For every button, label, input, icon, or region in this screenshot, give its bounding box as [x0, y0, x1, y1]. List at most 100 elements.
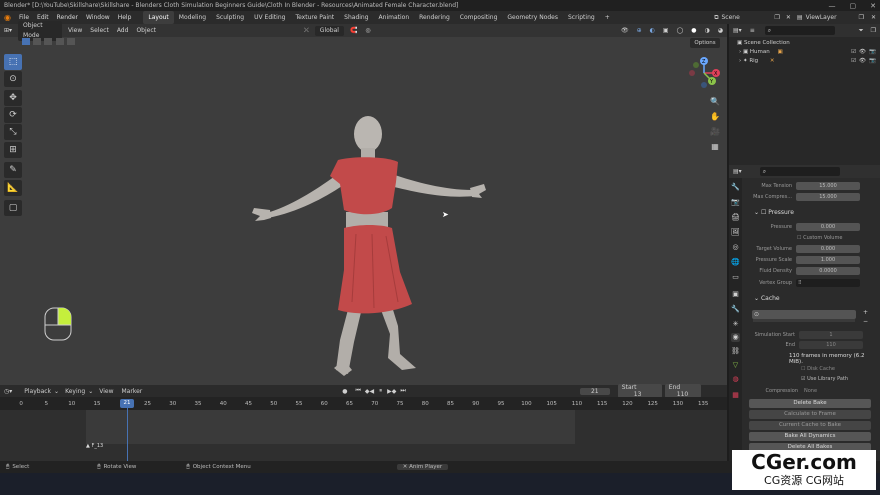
options-dropdown[interactable]: Options	[690, 38, 720, 48]
delete-scene-icon[interactable]: ✕	[783, 14, 794, 21]
compression-value[interactable]: None	[804, 388, 817, 394]
pressure-section-header[interactable]: ⌄ ☐ Pressure	[754, 209, 794, 216]
cache-expand-icon[interactable]: ⌄	[754, 295, 759, 302]
disk-cache-checkbox[interactable]: ☐ Disk Cache	[801, 366, 835, 372]
bake-all-dynamics-button[interactable]: Bake All Dynamics	[749, 432, 871, 441]
human-render-icon[interactable]: 📷	[869, 48, 876, 57]
outliner-display-icon[interactable]: ≡	[746, 27, 759, 34]
select-invert-icon[interactable]	[55, 38, 64, 45]
gizmo-icon[interactable]: ⊕	[633, 24, 646, 37]
select-subtract-icon[interactable]	[44, 38, 53, 45]
pressure-field[interactable]: 0.000	[796, 223, 860, 231]
pan-hand-icon[interactable]: ✋	[708, 110, 722, 124]
transform-orientation-icon[interactable]: ⤬	[300, 24, 313, 37]
snap-icon[interactable]: 🧲	[346, 24, 361, 37]
tab-tool-icon[interactable]: 🔧	[731, 183, 740, 192]
max-tension-field[interactable]: 15.000	[796, 182, 860, 190]
human-checkbox-icon[interactable]: ☑	[851, 48, 856, 57]
tool-transform-icon[interactable]: ⊞	[4, 142, 22, 158]
playhead[interactable]: 21	[120, 399, 134, 408]
pause-icon[interactable]: ⏸	[376, 387, 385, 395]
menu-select[interactable]: Select	[86, 24, 113, 37]
tab-object-icon[interactable]: ▣	[731, 290, 740, 299]
properties-search-input[interactable]: ⌕	[759, 167, 840, 176]
tab-texture-icon[interactable]: ▦	[731, 391, 740, 400]
cache-add-icon[interactable]: +	[863, 309, 868, 316]
tab-uv-editing[interactable]: UV Editing	[249, 11, 290, 24]
shading-wireframe-icon[interactable]: ◯	[673, 24, 688, 37]
tab-collection-icon[interactable]: ▭	[731, 273, 740, 282]
tab-scripting[interactable]: Scripting	[563, 11, 600, 24]
tool-add-cube-icon[interactable]: ▢	[4, 200, 22, 216]
playback-menu[interactable]: Playback	[16, 388, 54, 395]
outliner-row-human[interactable]: › ▣ Human ▣ ☑ 👁 📷	[729, 48, 880, 57]
copy-view-layer-icon[interactable]: ❐	[856, 14, 867, 21]
current-cache-to-bake-button[interactable]: Current Cache to Bake	[749, 421, 871, 430]
simulation-start-field[interactable]: 1	[799, 331, 863, 339]
timeline-ruler[interactable]	[0, 397, 727, 410]
zoom-icon[interactable]: 🔍	[708, 95, 722, 109]
outliner-search-input[interactable]: ⌕	[764, 26, 835, 35]
keying-menu[interactable]: Keying	[59, 388, 88, 395]
maximize-icon[interactable]: ▢	[850, 2, 857, 10]
cache-section-header[interactable]: ⌄ Cache	[754, 295, 780, 302]
anim-player-badge[interactable]: ✕ Anim Player	[396, 464, 449, 470]
tool-cursor-icon[interactable]: ⊙	[4, 71, 22, 87]
vertex-group-field[interactable]: ⠿	[796, 279, 860, 287]
marker-menu[interactable]: Marker	[118, 388, 147, 395]
jump-end-icon[interactable]: ⏭	[398, 387, 407, 395]
expand-arrow-icon[interactable]: ›	[729, 58, 741, 64]
tool-scale-icon[interactable]: ⤡	[4, 124, 22, 140]
rig-render-icon[interactable]: 📷	[869, 57, 876, 66]
new-collection-icon[interactable]: ❐	[867, 27, 880, 34]
camera-view-icon[interactable]: 🎥	[708, 125, 722, 139]
scene-selector[interactable]: Scene	[721, 14, 771, 21]
rig-checkbox-icon[interactable]: ☑	[851, 57, 856, 66]
tab-output-icon[interactable]: 🖨	[731, 213, 740, 222]
tab-view-layer-icon[interactable]: 🖼	[731, 228, 740, 237]
current-frame-field[interactable]: 21	[579, 387, 610, 395]
tab-scene-icon[interactable]: ◎	[731, 243, 740, 252]
outliner-editor-icon[interactable]: ▤▾	[729, 27, 746, 34]
tab-shading[interactable]: Shading	[339, 11, 373, 24]
fluid-density-field[interactable]: 0.0000	[796, 267, 860, 275]
human-visibility-icon[interactable]: 👁	[859, 48, 866, 57]
timeline-area[interactable]	[0, 410, 727, 461]
menu-window[interactable]: Window	[82, 11, 114, 24]
tab-material-icon[interactable]: ◍	[731, 375, 740, 384]
delete-bake-button[interactable]: Delete Bake	[749, 399, 871, 408]
start-frame-field[interactable]: Start 13	[617, 384, 662, 398]
target-volume-field[interactable]: 0.000	[796, 245, 860, 253]
tab-layout[interactable]: Layout	[143, 11, 174, 24]
tool-select-box-icon[interactable]: ⬚	[4, 54, 22, 70]
tab-texture-paint[interactable]: Texture Paint	[290, 11, 339, 24]
tab-render-icon[interactable]: 📷	[731, 198, 740, 207]
expand-arrow-icon[interactable]: ›	[729, 49, 741, 55]
tab-physics-icon[interactable]: ◉	[731, 333, 740, 342]
tab-constraints-icon[interactable]: ⛓	[731, 347, 740, 356]
pressure-checkbox-icon[interactable]: ☐	[761, 209, 766, 216]
editor-type-icon[interactable]: ⊞▾	[0, 24, 16, 37]
jump-keyframe-back-icon[interactable]: ◆◀	[363, 388, 376, 395]
view-layer-selector[interactable]: ViewLayer	[806, 14, 856, 21]
calculate-to-frame-button[interactable]: Calculate to Frame	[749, 410, 871, 419]
proportional-edit-icon[interactable]: ◎	[361, 24, 374, 37]
properties-editor-icon[interactable]: ▤▾	[729, 168, 746, 175]
tab-animation[interactable]: Animation	[374, 11, 415, 24]
character-model[interactable]	[240, 112, 500, 384]
minimize-icon[interactable]: —	[829, 2, 836, 10]
outliner-row-scene-collection[interactable]: ▣ Scene Collection	[729, 39, 880, 48]
pressure-scale-field[interactable]: 1.000	[796, 256, 860, 264]
shading-solid-icon[interactable]: ●	[687, 24, 700, 37]
visibility-icon[interactable]: 👁	[617, 24, 633, 37]
cache-remove-icon[interactable]: −	[863, 318, 868, 325]
use-library-path-checkbox[interactable]: ☑ Use Library Path	[801, 376, 848, 382]
tool-annotate-icon[interactable]: ✎	[4, 162, 22, 178]
add-workspace-icon[interactable]: +	[600, 11, 615, 24]
delete-view-layer-icon[interactable]: ✕	[867, 14, 880, 21]
tab-compositing[interactable]: Compositing	[455, 11, 503, 24]
menu-add[interactable]: Add	[113, 24, 133, 37]
tab-sculpting[interactable]: Sculpting	[211, 11, 249, 24]
view-menu[interactable]: View	[93, 388, 117, 395]
xray-icon[interactable]: ▣	[659, 24, 673, 37]
